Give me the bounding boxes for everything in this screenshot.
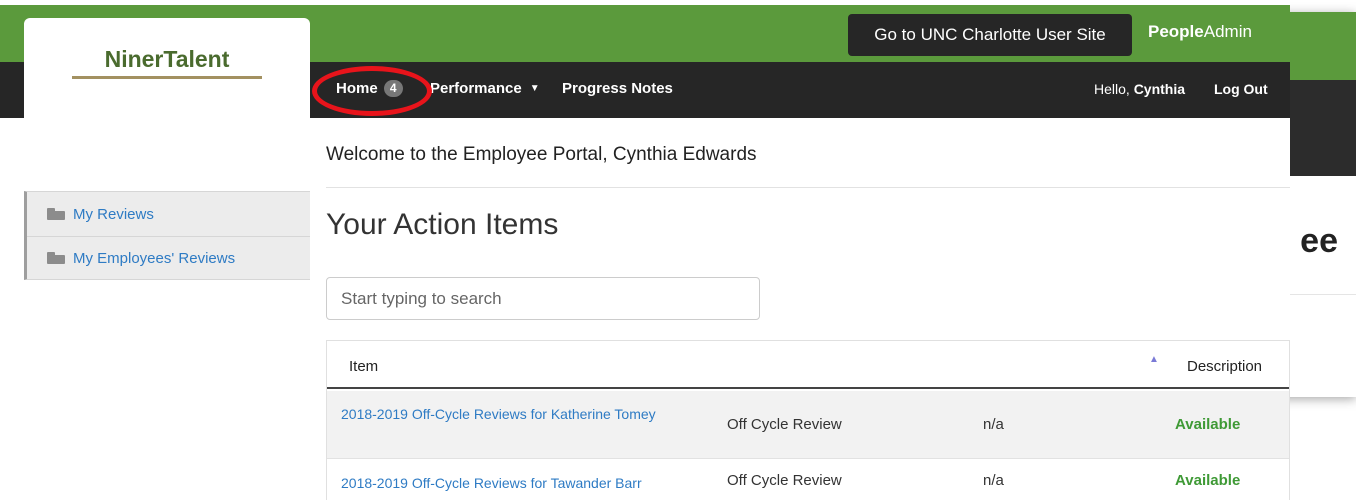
table-row: 2018-2019 Off-Cycle Reviews for Tawander… <box>327 459 1289 500</box>
item-extra: n/a <box>983 416 1004 433</box>
greeting-user: Cynthia <box>1133 81 1186 97</box>
sidebar-item-label: My Employees' Reviews <box>73 249 236 267</box>
peopleadmin-brand: PeopleAdmin <box>1148 22 1252 42</box>
brand-rest: Admin <box>1203 22 1252 41</box>
sidebar-item-label: My Reviews <box>73 205 154 223</box>
action-item-link[interactable]: 2018-2019 Off-Cycle Reviews for Tawander… <box>341 472 701 494</box>
home-count-badge: 4 <box>383 80 403 97</box>
content-divider <box>326 187 1290 188</box>
sidebar-item-my-reviews[interactable]: My Reviews <box>47 192 154 236</box>
greeting-prefix: Hello, <box>1094 81 1130 97</box>
page-title: Your Action Items <box>326 208 559 241</box>
folder-open-icon <box>47 252 65 264</box>
search-input[interactable] <box>326 277 760 320</box>
column-header-description[interactable]: Description <box>1187 358 1262 375</box>
screenshot-stage: ee NinerTalent Go to UNC Charlotte User … <box>0 0 1356 500</box>
logo-card[interactable]: NinerTalent <box>24 18 310 118</box>
nav-home[interactable]: Home 4 <box>336 80 403 97</box>
main-window: NinerTalent Go to UNC Charlotte User Sit… <box>0 0 1290 500</box>
item-extra: n/a <box>983 472 1004 489</box>
table-header-row: Item ▲ Description <box>327 341 1289 389</box>
nav-performance[interactable]: Performance ▼ <box>430 80 540 97</box>
nav-home-label: Home <box>336 80 378 97</box>
status-badge: Available <box>1175 472 1241 489</box>
user-site-button[interactable]: Go to UNC Charlotte User Site <box>848 14 1132 56</box>
item-type: Off Cycle Review <box>727 472 842 489</box>
item-type: Off Cycle Review <box>727 416 842 433</box>
nav-performance-label: Performance <box>430 80 522 97</box>
brand-bold: People <box>1148 22 1204 41</box>
sort-ascending-icon[interactable]: ▲ <box>1149 354 1159 365</box>
caret-down-icon: ▼ <box>529 83 540 94</box>
folder-open-icon <box>47 208 65 220</box>
sidebar-item-my-employees-reviews[interactable]: My Employees' Reviews <box>47 236 235 280</box>
welcome-text: Welcome to the Employee Portal, Cynthia … <box>326 144 757 165</box>
table-row: 2018-2019 Off-Cycle Reviews for Katherin… <box>327 391 1289 459</box>
status-badge: Available <box>1175 416 1241 433</box>
action-items-table: Item ▲ Description 2018-2019 Off-Cycle R… <box>326 340 1290 500</box>
logout-link[interactable]: Log Out <box>1214 81 1268 97</box>
logo-text: NinerTalent <box>104 46 230 72</box>
logo-underline <box>72 76 262 79</box>
column-header-item[interactable]: Item <box>349 358 378 375</box>
sidebar: My Reviews My Employees' Reviews <box>24 191 310 280</box>
background-partial-title: ee <box>1300 222 1338 260</box>
action-item-link[interactable]: 2018-2019 Off-Cycle Reviews for Katherin… <box>341 403 701 425</box>
greeting: Hello, Cynthia <box>1094 81 1185 97</box>
nav-progress-notes[interactable]: Progress Notes <box>562 80 673 97</box>
